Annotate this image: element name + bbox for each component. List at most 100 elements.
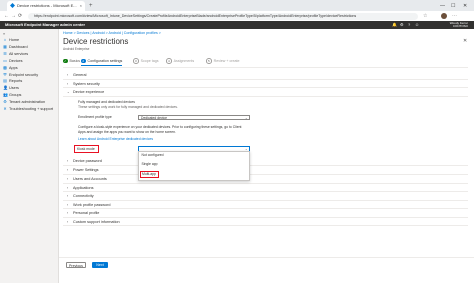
close-window-icon[interactable]: ✕ xyxy=(463,1,467,11)
sidebar-item-label: Tenant administration xyxy=(9,100,46,105)
sidebar-item-label: Dashboard xyxy=(9,44,28,49)
help-icon[interactable]: ? xyxy=(408,21,410,29)
sidebar-users-icon: 👤 xyxy=(3,85,8,91)
step-assignments[interactable]: 4 Assignments xyxy=(166,57,194,66)
power-settings-chevron-right-icon[interactable]: › xyxy=(67,167,68,173)
sidebar-apps-icon: ▩ xyxy=(3,64,7,70)
section-divider xyxy=(63,95,468,97)
back-icon[interactable]: ← xyxy=(4,11,9,21)
kiosk-mode-label: Kiosk mode xyxy=(77,147,95,151)
system-security-chevron-right-icon[interactable]: › xyxy=(67,81,68,87)
section-device-password[interactable]: Device password xyxy=(73,158,102,164)
chevron-down-icon: ⌄ xyxy=(244,115,248,120)
sidebar-item-label: Apps xyxy=(9,65,18,70)
step-review-create[interactable]: 5 Review + create xyxy=(206,57,239,66)
section-users-and-accounts[interactable]: Users and Accounts xyxy=(73,176,107,182)
step-basics[interactable]: ✓ Basics xyxy=(63,57,80,66)
device-experience-chevron-down-icon[interactable]: ⌄ xyxy=(67,89,70,95)
section-divider xyxy=(63,182,468,184)
collapse-sidebar-icon[interactable]: « xyxy=(3,31,5,36)
section-divider xyxy=(63,216,468,218)
section-personal-profile[interactable]: Personal profile xyxy=(73,210,99,216)
minimize-icon[interactable]: — xyxy=(440,1,445,11)
section-general[interactable]: General xyxy=(73,72,87,78)
notifications-icon[interactable]: 🔔 xyxy=(392,21,397,29)
sidebar-item-devices[interactable]: ▭ Devices xyxy=(3,57,22,64)
sidebar-item-home[interactable]: ⌂ Home xyxy=(3,37,19,43)
feedback-icon[interactable]: ☺ xyxy=(415,21,419,29)
kiosk-option-single-app[interactable]: Single app xyxy=(140,162,158,168)
enrollment-profile-dropdown[interactable]: Dedicated device ⌄ xyxy=(138,114,250,120)
step-label: Configuration settings xyxy=(87,59,123,63)
sidebar-item-all-services[interactable]: ☰ All services xyxy=(3,51,28,57)
user-account[interactable]: Woody Ferrer CONTOSO xyxy=(428,21,468,29)
settings-icon[interactable]: ⚙ xyxy=(400,21,404,29)
active-step-underline xyxy=(81,65,123,66)
browser-tab[interactable]: Device restrictions - Microsoft E... × xyxy=(7,1,85,11)
url-field[interactable]: https://endpoint.microsoft.com/#view/Mic… xyxy=(28,12,418,20)
personal-profile-chevron-right-icon[interactable]: › xyxy=(67,210,68,216)
kiosk-option-not-configured[interactable]: Not configured xyxy=(140,153,164,159)
step-2-indicator: 2 xyxy=(81,58,86,64)
section-custom-support-information[interactable]: Custom support information xyxy=(73,219,120,225)
step-scope-tags[interactable]: 3 Scope tags xyxy=(133,57,159,66)
sidebar-item-troubleshooting-support[interactable]: ✕ Troubleshooting + support xyxy=(3,106,53,112)
kiosk-option-multi-app[interactable]: Multi-app xyxy=(139,170,159,178)
fully-managed-heading: Fully managed and dedicated devices xyxy=(78,100,135,104)
page-title: Device restrictions xyxy=(63,37,129,46)
section-system-security[interactable]: System security xyxy=(73,81,100,87)
sidebar-item-label: Reports xyxy=(9,79,23,84)
section-divider xyxy=(63,225,468,226)
step-3-indicator: 3 xyxy=(133,58,139,64)
sidebar-item-reports[interactable]: ▤ Reports xyxy=(3,78,22,84)
close-blade-icon[interactable]: ✕ xyxy=(463,38,467,44)
wizard-footer xyxy=(59,257,474,284)
tab-title: Device restrictions - Microsoft E... xyxy=(17,3,77,8)
custom-support-information-chevron-right-icon[interactable]: › xyxy=(67,219,68,225)
divider xyxy=(63,67,468,68)
profile-avatar[interactable] xyxy=(441,13,447,19)
browser-menu-icon[interactable]: ⋯ xyxy=(452,11,457,21)
section-work-profile-password[interactable]: Work profile password xyxy=(73,202,111,208)
general-chevron-right-icon[interactable]: › xyxy=(67,72,68,78)
tab-close-icon[interactable]: × xyxy=(80,1,82,11)
sidebar-endpoint-security-icon: ⛨ xyxy=(3,71,7,77)
section-device-experience[interactable]: Device experience xyxy=(73,89,104,95)
section-applications[interactable]: Applications xyxy=(73,185,93,191)
favorite-icon[interactable]: ☆ xyxy=(423,11,427,21)
connectivity-chevron-right-icon[interactable]: › xyxy=(67,193,68,199)
page-subtitle: Android Enterprise xyxy=(63,47,90,51)
sidebar-item-dashboard[interactable]: ▦ Dashboard xyxy=(3,44,28,50)
breadcrumb[interactable]: Home > Devices | Android > Android | Con… xyxy=(63,31,161,35)
maximize-icon[interactable]: ☐ xyxy=(451,1,455,11)
next-button[interactable]: Next xyxy=(92,262,108,268)
previous-button[interactable]: Previous xyxy=(66,262,86,268)
users-and-accounts-chevron-right-icon[interactable]: › xyxy=(67,176,68,182)
new-tab-button[interactable]: + xyxy=(89,1,93,11)
section-power-settings[interactable]: Power Settings xyxy=(73,167,99,173)
sidebar-devices-icon: ▭ xyxy=(3,57,7,63)
section-connectivity[interactable]: Connectivity xyxy=(73,193,94,199)
sidebar-item-tenant-administration[interactable]: ⚙ Tenant administration xyxy=(3,99,45,105)
step-1-indicator: ✓ xyxy=(63,58,68,64)
step-label: Assignments xyxy=(173,59,195,63)
section-divider xyxy=(63,208,468,209)
sidebar-item-users[interactable]: 👤Users xyxy=(3,85,19,91)
wizard-steps: ✓ Basics 2 Configuration settings 3 Scope tag… xyxy=(63,57,468,66)
sidebar-item-groups[interactable]: 👥Groups xyxy=(3,92,21,98)
applications-chevron-right-icon[interactable]: › xyxy=(67,185,68,191)
refresh-icon[interactable]: ⟳ xyxy=(18,11,22,21)
work-profile-password-chevron-right-icon[interactable]: › xyxy=(67,202,68,208)
sidebar-item-apps[interactable]: ▩ Apps xyxy=(3,65,18,71)
step-configuration-settings[interactable]: 2 Configuration settings xyxy=(81,57,123,66)
learn-more-link[interactable]: Learn about Android Enterprise dedicated… xyxy=(78,137,153,142)
step-label: Review + create xyxy=(213,59,240,63)
sidebar-tenant-administration-icon: ⚙ xyxy=(3,99,7,105)
sidebar-item-label: Groups xyxy=(9,93,22,98)
app-title[interactable]: Microsoft Endpoint Manager admin center xyxy=(5,21,85,29)
sidebar-reports-icon: ▤ xyxy=(3,78,7,84)
device-password-chevron-right-icon[interactable]: › xyxy=(67,158,68,164)
sidebar-home-icon: ⌂ xyxy=(3,37,7,42)
forward-icon[interactable]: → xyxy=(11,11,16,21)
sidebar-item-endpoint-security[interactable]: ⛨ Endpoint security xyxy=(3,71,39,78)
